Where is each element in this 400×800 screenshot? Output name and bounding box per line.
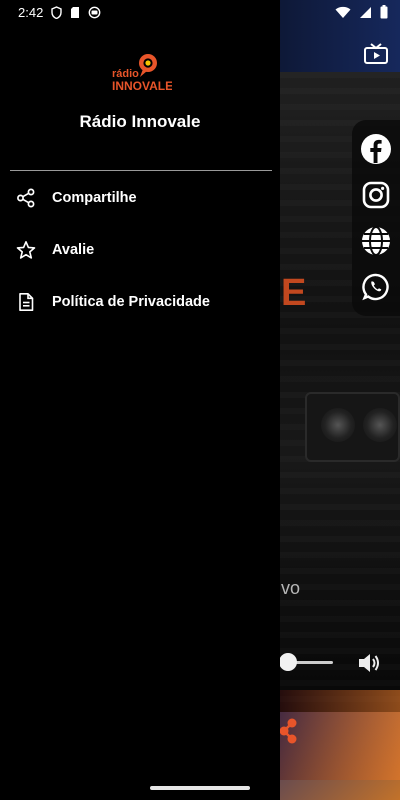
menu-item-rate[interactable]: Avalie xyxy=(0,224,280,276)
svg-text:INNOVALE: INNOVALE xyxy=(112,79,172,92)
facebook-icon[interactable] xyxy=(360,133,392,165)
globe-icon[interactable] xyxy=(360,225,392,257)
shield-icon xyxy=(51,5,63,19)
home-indicator[interactable] xyxy=(150,786,250,790)
radio-innovale-logo: rádio INNOVALE xyxy=(112,54,172,92)
navigation-drawer: rádio INNOVALE Rádio Innovale Compartilh… xyxy=(0,0,280,800)
social-links-rail xyxy=(352,120,400,316)
drawer-title: Rádio Innovale xyxy=(79,112,201,131)
instagram-icon[interactable] xyxy=(360,179,392,211)
drawer-menu: Compartilhe Avalie Política de Privacida… xyxy=(0,172,280,328)
menu-item-share[interactable]: Compartilhe xyxy=(0,172,280,224)
status-time: 2:42 xyxy=(18,4,44,20)
status-bar: 2:42 xyxy=(0,0,400,24)
document-icon xyxy=(16,292,36,312)
volume-slider-thumb[interactable] xyxy=(279,653,297,671)
battery-icon xyxy=(380,5,388,19)
drawer-header: rádio INNOVALE Rádio Innovale xyxy=(0,48,280,170)
volume-icon[interactable] xyxy=(356,650,382,676)
record-icon xyxy=(88,6,101,18)
menu-item-label: Compartilhe xyxy=(52,190,137,206)
signal-icon xyxy=(360,6,371,18)
whatsapp-icon[interactable] xyxy=(360,271,392,303)
drawer-divider xyxy=(10,170,272,171)
tv-icon[interactable] xyxy=(356,36,396,72)
menu-item-label: Política de Privacidade xyxy=(52,294,210,310)
menu-item-label: Avalie xyxy=(52,242,95,258)
sd-card-icon xyxy=(71,6,80,18)
share-icon-partial[interactable] xyxy=(278,718,300,744)
share-icon xyxy=(16,188,36,208)
background-caption-fragment: vo xyxy=(281,578,301,598)
menu-item-privacy-policy[interactable]: Política de Privacidade xyxy=(0,276,280,328)
star-icon xyxy=(16,240,36,260)
speaker-image xyxy=(305,392,400,462)
background-logo-fragment: E xyxy=(281,272,308,314)
wifi-icon xyxy=(335,6,351,18)
